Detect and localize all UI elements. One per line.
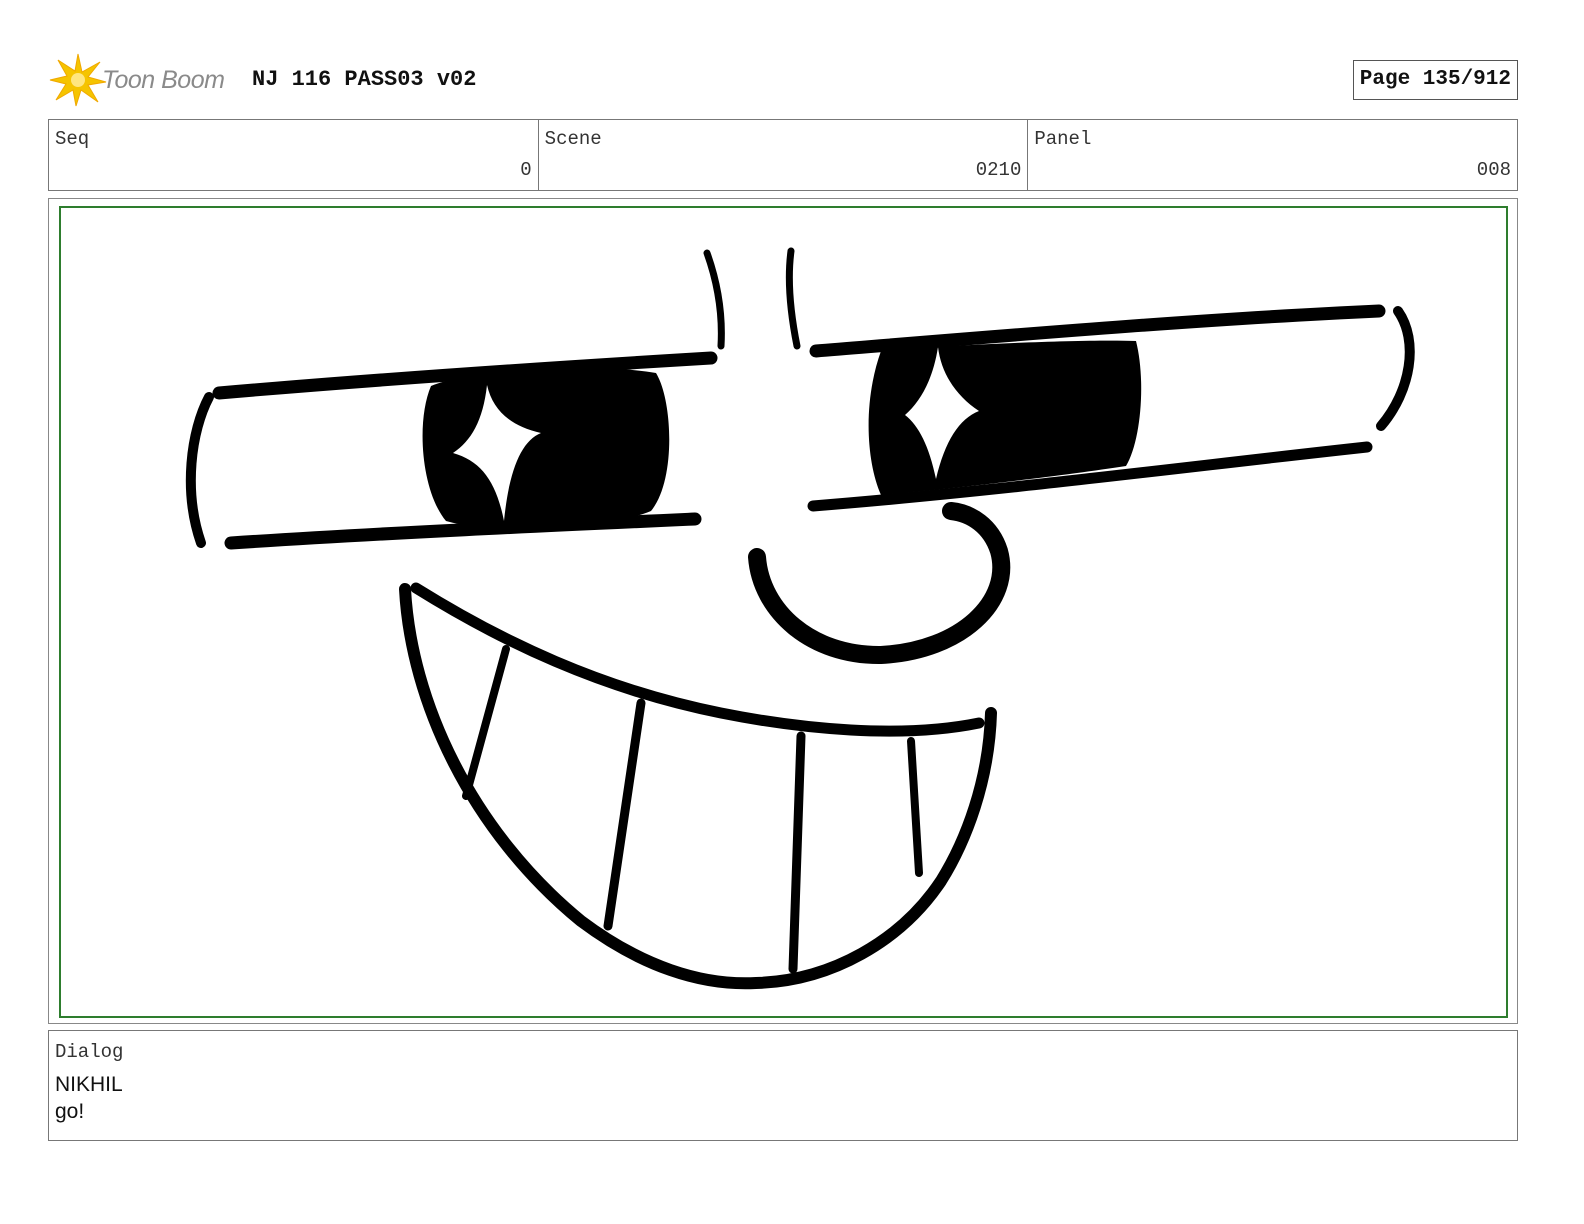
logo-text: Toon Boom xyxy=(102,66,225,94)
toon-boom-logo: Toon Boom xyxy=(48,52,238,108)
nose-curve xyxy=(748,502,1011,665)
tooth-line-1 xyxy=(462,645,510,800)
tooth-line-4 xyxy=(907,737,923,877)
seq-cell: Seq 0 xyxy=(49,120,539,190)
left-pupil xyxy=(422,368,670,530)
document-title: NJ 116 PASS03 v02 xyxy=(252,67,477,92)
right-eye-outer-edge xyxy=(1376,306,1415,431)
face-sketch-drawing xyxy=(185,247,1415,990)
panel-label: Panel xyxy=(1034,128,1092,150)
panel-value: 008 xyxy=(1476,159,1512,181)
seq-label: Seq xyxy=(55,128,90,150)
scene-cell: Scene 0210 xyxy=(539,120,1029,190)
page-number: Page 135/912 xyxy=(1352,60,1518,100)
page-header: Toon Boom NJ 116 PASS03 v02 Page 135/912 xyxy=(48,50,1518,110)
scene-info-row: Seq 0 Scene 0210 Panel 008 xyxy=(48,119,1518,191)
dialog-box: Dialog NIKHIL go! xyxy=(48,1030,1518,1141)
brow-line-right xyxy=(785,247,801,350)
dialog-line: go! xyxy=(55,1100,85,1123)
scene-value: 0210 xyxy=(975,159,1022,181)
dialog-speaker: NIKHIL xyxy=(55,1073,123,1096)
storyboard-panel xyxy=(48,198,1518,1024)
dialog-label: Dialog xyxy=(55,1041,124,1063)
brow-line-left xyxy=(703,249,725,350)
tooth-line-2 xyxy=(603,698,646,931)
seq-value: 0 xyxy=(520,159,532,181)
left-eye-outer-edge xyxy=(185,392,214,548)
panel-cell: Panel 008 xyxy=(1028,120,1517,190)
burst-star-icon xyxy=(49,53,107,107)
scene-label: Scene xyxy=(544,128,602,150)
tooth-line-3 xyxy=(788,731,806,974)
